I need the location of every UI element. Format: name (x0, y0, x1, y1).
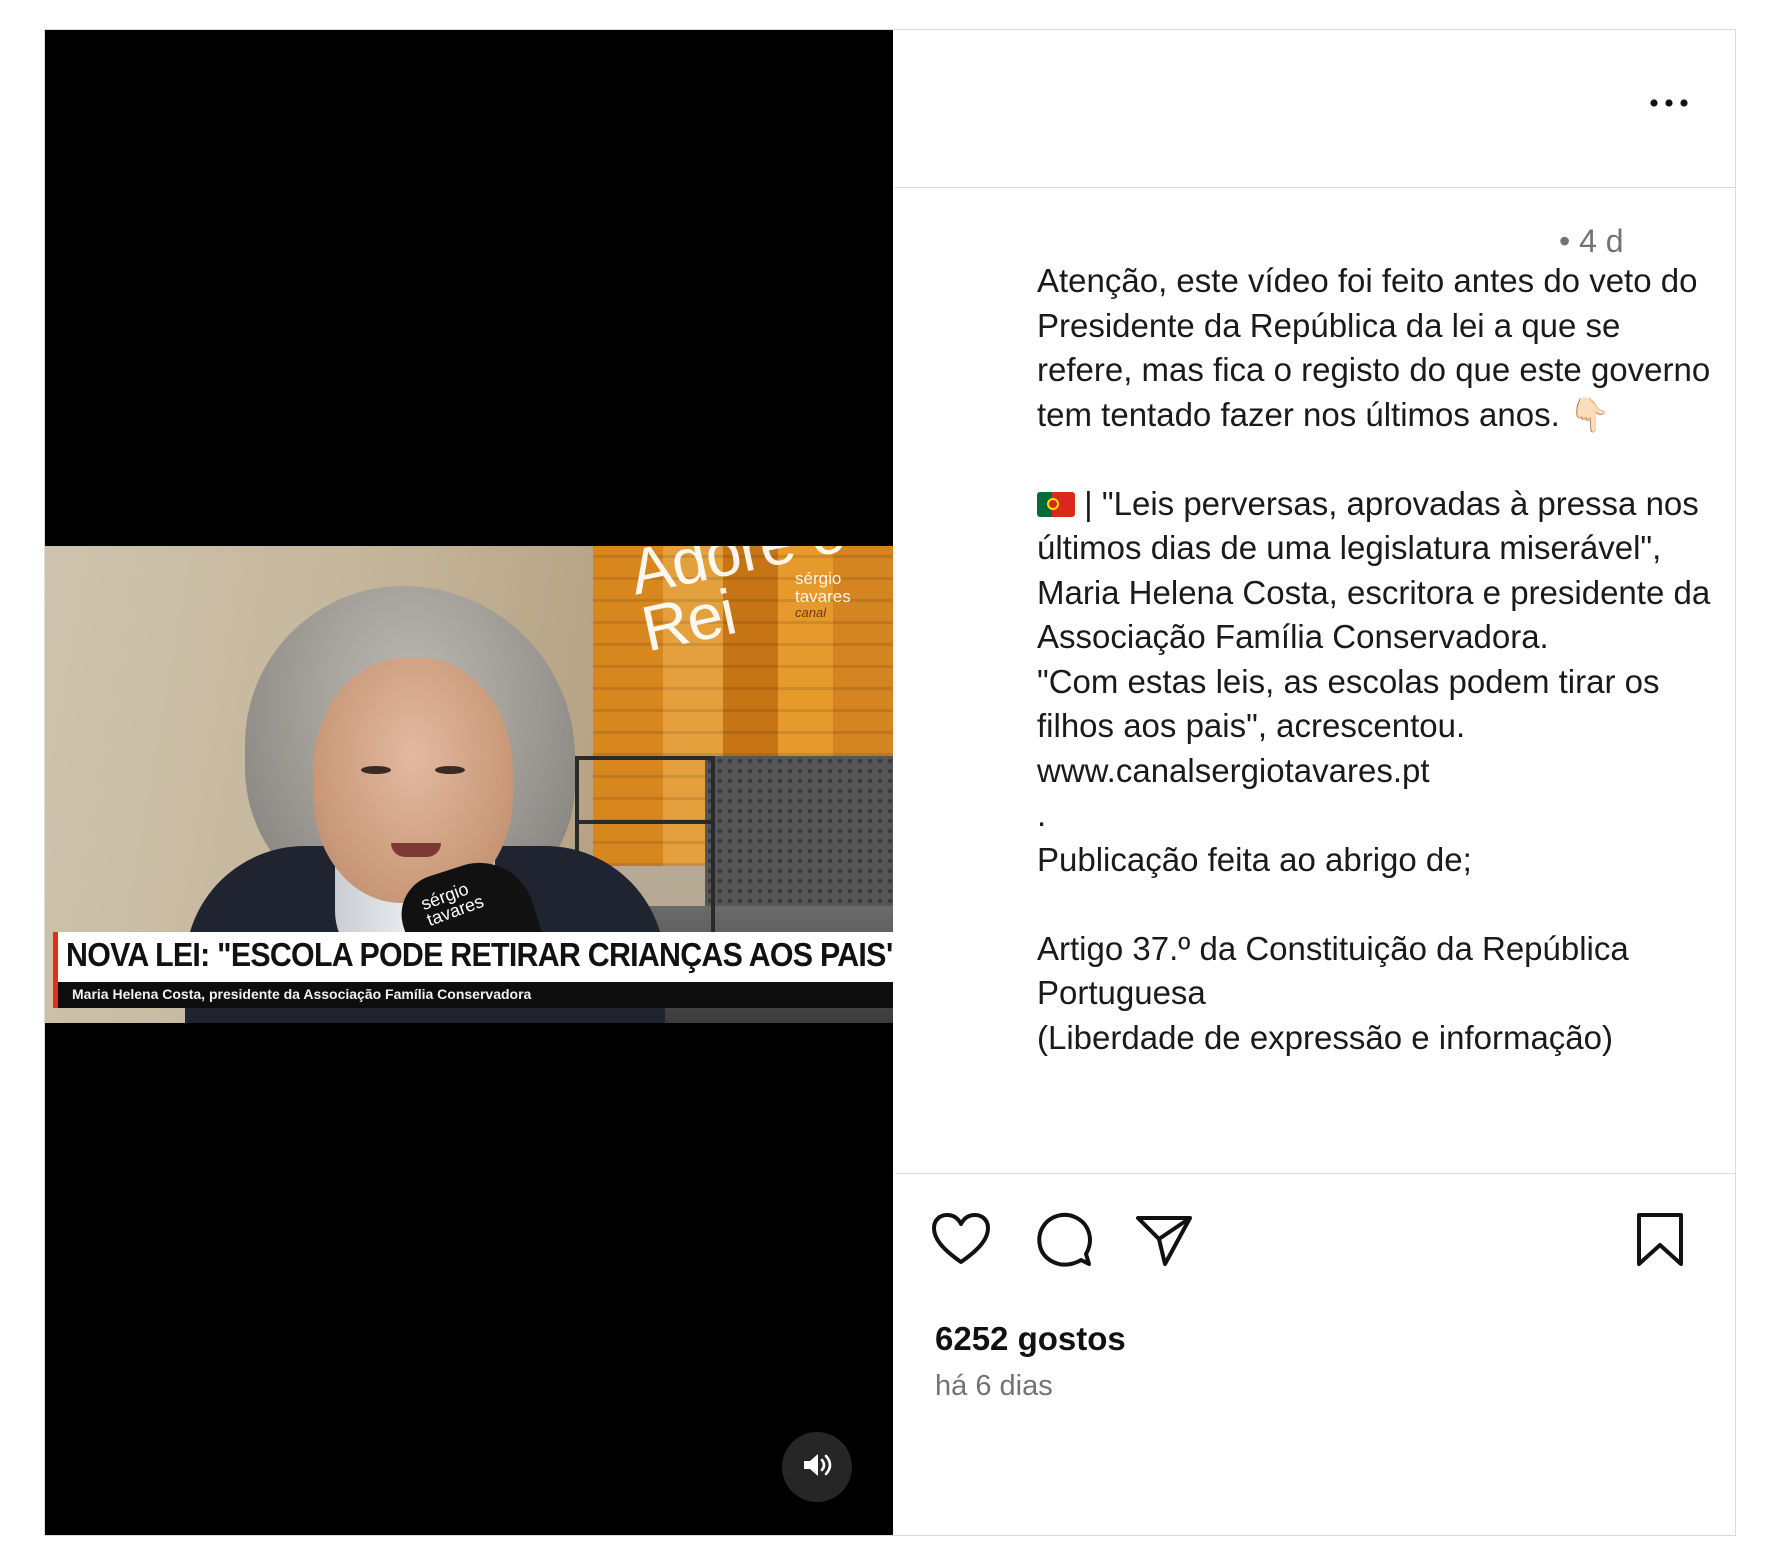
video-player[interactable]: Adore o Rei sérgio tavares canal sérgio … (45, 30, 893, 1535)
action-bar (895, 1174, 1735, 1294)
news-headline-bar: NOVA LEI: "ESCOLA PODE RETIRAR CRIANÇAS … (53, 932, 893, 982)
send-icon[interactable] (1135, 1214, 1193, 1273)
news-subtitle-bar: Maria Helena Costa, presidente da Associ… (53, 982, 893, 1008)
caption-area[interactable]: • 4 d Atenção, este vídeo foi feito ante… (895, 187, 1735, 1174)
portugal-flag-icon (1037, 491, 1075, 517)
video-frame[interactable]: Adore o Rei sérgio tavares canal sérgio … (45, 546, 893, 1023)
post-caption: Atenção, este vídeo foi feito antes do v… (1037, 262, 1711, 1056)
more-horizontal-icon (1649, 95, 1689, 113)
comment-icon[interactable] (1034, 1210, 1094, 1275)
likes-count[interactable]: 6252 gostos (935, 1320, 1126, 1358)
post-time-short[interactable]: • 4 d (1559, 223, 1624, 260)
speaker-icon (802, 1452, 832, 1483)
post-sidebar: • 4 d Atenção, este vídeo foi feito ante… (895, 30, 1735, 1535)
bookmark-icon[interactable] (1635, 1212, 1685, 1273)
heart-icon[interactable] (931, 1212, 991, 1271)
news-headline: NOVA LEI: "ESCOLA PODE RETIRAR CRIANÇAS … (66, 936, 893, 973)
news-subtitle: Maria Helena Costa, presidente da Associ… (72, 986, 532, 1002)
post-card: Adore o Rei sérgio tavares canal sérgio … (44, 29, 1736, 1536)
more-options-button[interactable] (1647, 92, 1691, 116)
wall-brand-logo: sérgio tavares canal (795, 569, 851, 620)
post-age[interactable]: há 6 dias (935, 1370, 1053, 1403)
audio-toggle-button[interactable] (782, 1432, 852, 1502)
post-header (895, 30, 1735, 188)
